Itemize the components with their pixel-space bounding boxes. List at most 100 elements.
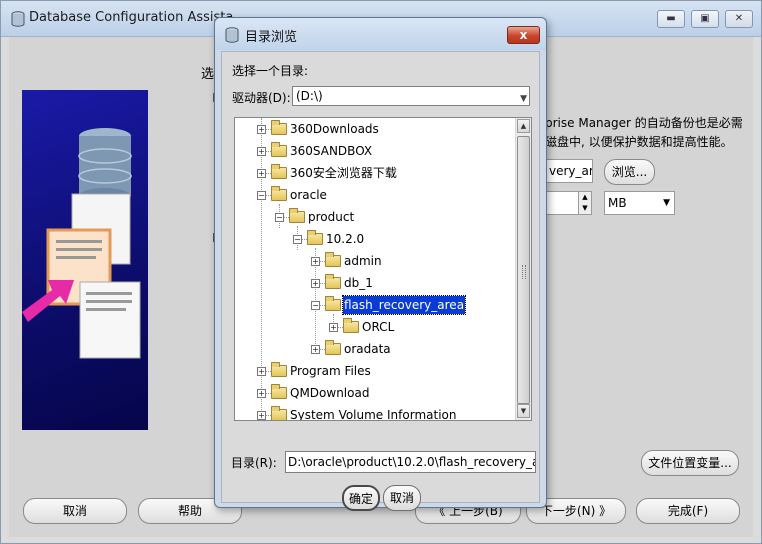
- tree-node[interactable]: − 10.2.0: [235, 229, 515, 249]
- tree-node[interactable]: − flash_recovery_area: [235, 295, 515, 315]
- tree-node[interactable]: − product: [235, 207, 515, 227]
- database-documents-illustration: [22, 128, 141, 359]
- recovery-area-input[interactable]: very_area: [545, 159, 593, 183]
- finish-button[interactable]: 完成(F): [636, 498, 740, 524]
- dialog-title: 目录浏览: [245, 30, 298, 45]
- database-app-icon: [11, 11, 25, 27]
- size-unit-select[interactable]: MB ▼: [604, 191, 675, 215]
- dialog-prompt: 选择一个目录:: [232, 64, 309, 78]
- next-button-label: 下一步(N): [540, 504, 596, 518]
- chevron-down-icon: ▼: [520, 94, 527, 104]
- maximize-button[interactable]: ▣: [691, 10, 719, 28]
- scroll-down-arrow[interactable]: ▼: [517, 404, 530, 418]
- tree-node-label: System Volume Information: [290, 408, 457, 421]
- cancel-button[interactable]: 取消: [23, 498, 127, 524]
- minimize-icon: ▬: [666, 13, 676, 24]
- collapse-icon[interactable]: −: [311, 301, 320, 310]
- directory-path-input[interactable]: D:\oracle\product\10.2.0\flash_recovery_…: [285, 451, 536, 473]
- folder-icon: [271, 384, 287, 399]
- tree-node-label: Program Files: [290, 364, 371, 378]
- browse-button[interactable]: 浏览...: [604, 159, 655, 185]
- expand-icon[interactable]: +: [311, 257, 320, 266]
- directory-label: 目录(R):: [231, 456, 277, 470]
- banner-illustration: [22, 90, 148, 430]
- folder-icon: [271, 142, 287, 157]
- expand-icon[interactable]: +: [257, 389, 266, 398]
- collapse-icon[interactable]: −: [275, 213, 284, 222]
- database-app-icon: [225, 27, 239, 43]
- tree-node[interactable]: +360安全浏览器下载: [235, 163, 515, 183]
- dialog-titlebar[interactable]: 目录浏览 x: [215, 18, 546, 50]
- tree-node[interactable]: + QMDownload: [235, 383, 515, 403]
- chevron-down-icon: ▼: [663, 198, 670, 208]
- scroll-up-arrow[interactable]: ▲: [517, 119, 530, 133]
- tree-node-label: 360SANDBOX: [290, 144, 373, 158]
- recovery-size-input[interactable]: [545, 191, 579, 215]
- tree-node-label: oracle: [290, 188, 327, 202]
- tree-node[interactable]: +360Downloads: [235, 119, 515, 139]
- tree-node[interactable]: − oracle: [235, 185, 515, 205]
- expand-icon[interactable]: +: [311, 345, 320, 354]
- expand-icon[interactable]: +: [257, 411, 266, 420]
- drive-label: 驱动器(D):: [232, 91, 291, 105]
- folder-icon: [343, 318, 359, 333]
- tree-node-label: oradata: [344, 342, 391, 356]
- tree-node-label: 10.2.0: [326, 232, 365, 246]
- folder-icon: [325, 340, 341, 355]
- main-window-title: Database Configuration Assista: [29, 10, 234, 25]
- tree-scrollbar[interactable]: ▲ ▼: [515, 118, 531, 420]
- chevron-right-icon: 》: [595, 504, 612, 518]
- collapse-icon[interactable]: −: [257, 191, 266, 200]
- close-icon: ✕: [734, 13, 744, 24]
- tree-node-label: QMDownload: [290, 386, 370, 400]
- tree-node-label-selected: flash_recovery_area: [341, 295, 467, 315]
- select-label: 选: [201, 67, 215, 82]
- collapse-icon[interactable]: −: [293, 235, 302, 244]
- tree-node[interactable]: + admin: [235, 251, 515, 271]
- tree-node[interactable]: + oradata: [235, 339, 515, 359]
- close-button[interactable]: ✕: [725, 10, 753, 28]
- size-unit-value: MB: [608, 196, 627, 210]
- folder-icon: [271, 362, 287, 377]
- directory-path-value: D:\oracle\product\10.2.0\flash_recovery_…: [288, 455, 536, 469]
- tree-node[interactable]: + System Volume Information: [235, 405, 515, 421]
- expand-icon[interactable]: +: [311, 279, 320, 288]
- tree-node[interactable]: + db_1: [235, 273, 515, 293]
- tree-node-label: 360安全浏览器下载: [290, 166, 397, 180]
- folder-icon: [271, 120, 287, 135]
- tree-node-label: product: [308, 210, 355, 224]
- folder-icon: [271, 164, 287, 179]
- scroll-thumb[interactable]: [517, 136, 530, 404]
- expand-icon[interactable]: +: [257, 147, 266, 156]
- expand-icon[interactable]: +: [257, 367, 266, 376]
- folder-icon: [307, 230, 323, 245]
- ok-button[interactable]: 确定: [342, 485, 380, 511]
- drive-value: (D:\): [296, 89, 323, 103]
- drive-select[interactable]: (D:\) ▼: [292, 86, 530, 106]
- dialog-body: 选择一个目录: 驱动器(D): (D:\) ▼ +360Downloads +36…: [221, 51, 540, 511]
- folder-icon: [289, 208, 305, 223]
- minimize-button[interactable]: ▬: [657, 10, 685, 28]
- tree-node[interactable]: + ORCL: [235, 317, 515, 337]
- expand-icon[interactable]: +: [257, 169, 266, 178]
- folder-icon: [325, 274, 341, 289]
- directory-tree[interactable]: +360Downloads +360SANDBOX +360安全浏览器下载 − orac…: [234, 117, 532, 421]
- tree-node[interactable]: + Program Files: [235, 361, 515, 381]
- expand-icon[interactable]: +: [257, 125, 266, 134]
- size-spinner[interactable]: ▲ ▼: [578, 191, 592, 215]
- dialog-close-button[interactable]: x: [507, 26, 540, 44]
- expand-icon[interactable]: +: [329, 323, 338, 332]
- file-location-variables-button[interactable]: 文件位置变量...: [641, 450, 739, 476]
- tree-node-label: ORCL: [362, 320, 395, 334]
- recovery-area-value: very_area: [549, 164, 592, 178]
- description-line-2: 磁盘中, 以便保护数据和提高性能。: [545, 135, 733, 149]
- tree-node[interactable]: +360SANDBOX: [235, 141, 515, 161]
- close-icon: x: [519, 28, 528, 42]
- description-line-1: prise Manager 的自动备份也是必需: [545, 116, 743, 130]
- maximize-icon: ▣: [700, 13, 710, 24]
- folder-icon: [271, 406, 287, 420]
- folder-icon: [325, 296, 341, 311]
- directory-browse-dialog: 目录浏览 x 选择一个目录: 驱动器(D): (D:\) ▼ +360Downl…: [214, 17, 547, 511]
- folder-icon: [271, 186, 287, 201]
- dialog-cancel-button[interactable]: 取消: [383, 485, 421, 511]
